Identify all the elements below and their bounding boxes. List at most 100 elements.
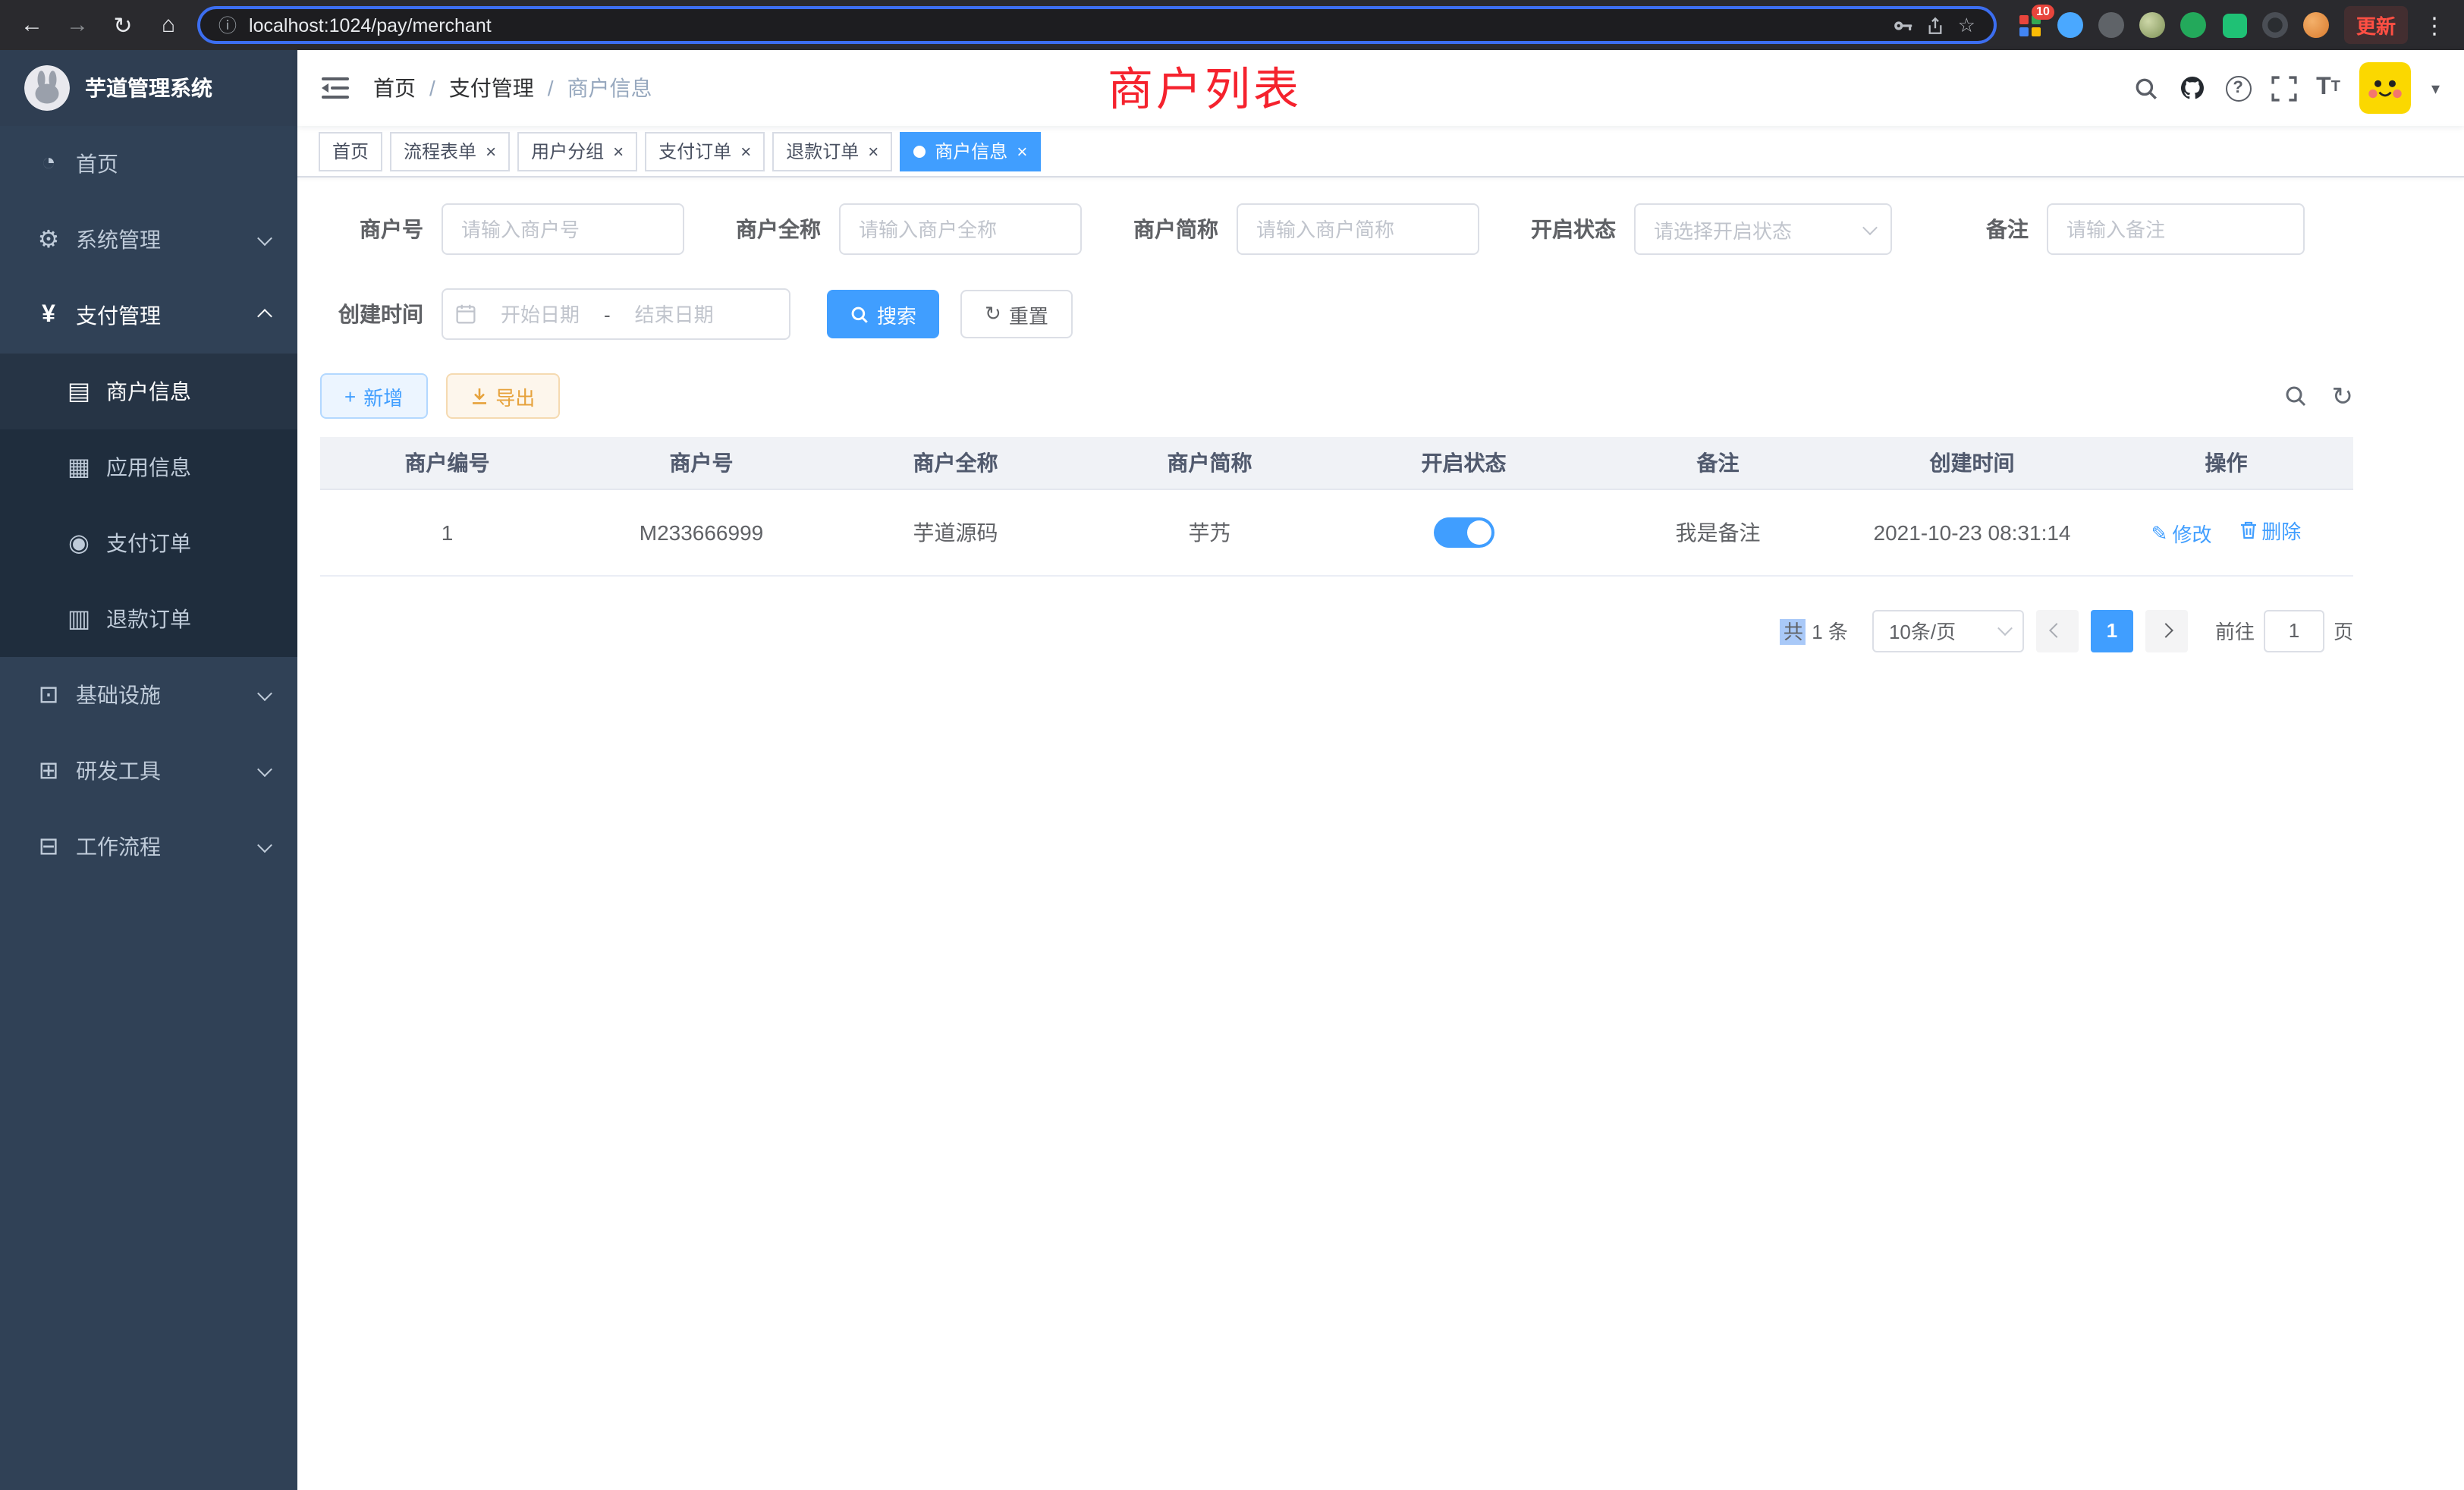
extension-icon[interactable] bbox=[2261, 10, 2291, 40]
search-icon[interactable] bbox=[2132, 75, 2158, 101]
sidebar-item-infra[interactable]: ⊡ 基础设施 bbox=[0, 657, 297, 733]
cell-remark: 我是备注 bbox=[1591, 489, 1845, 575]
user-avatar[interactable] bbox=[2360, 62, 2412, 114]
cell-merchant-no: M233666999 bbox=[574, 489, 828, 575]
breadcrumb-item[interactable]: 支付管理 bbox=[449, 73, 534, 103]
gear-icon: ⚙ bbox=[30, 225, 67, 255]
export-button[interactable]: 导出 bbox=[445, 373, 559, 419]
page-unit-label: 页 bbox=[2334, 616, 2353, 645]
fullscreen-icon[interactable] bbox=[2271, 75, 2296, 101]
sidebar-item-merchant-info[interactable]: ▤ 商户信息 bbox=[0, 354, 297, 429]
reset-button[interactable]: ↻ 重置 bbox=[960, 290, 1073, 338]
sidebar-item-refund-order[interactable]: ▥ 退款订单 bbox=[0, 581, 297, 657]
page-size-select[interactable]: 10条/页 bbox=[1872, 609, 2024, 652]
table-header-row: 商户编号 商户号 商户全称 商户简称 开启状态 备注 创建时间 操作 bbox=[320, 437, 2353, 489]
search-button[interactable]: 搜索 bbox=[827, 290, 939, 338]
add-button[interactable]: + 新增 bbox=[320, 373, 427, 419]
chevron-right-icon bbox=[2159, 623, 2174, 638]
merchant-no-input[interactable] bbox=[442, 203, 684, 255]
tab-merchant-info[interactable]: 商户信息 × bbox=[900, 131, 1041, 171]
start-date-input[interactable] bbox=[479, 301, 601, 327]
extension-icon[interactable] bbox=[2302, 10, 2332, 40]
breadcrumb-item[interactable]: 首页 bbox=[373, 73, 416, 103]
status-select[interactable]: 请选择开启状态 bbox=[1634, 203, 1892, 255]
cell-full-name: 芋道源码 bbox=[828, 489, 1083, 575]
prev-page-button[interactable] bbox=[2036, 609, 2079, 652]
close-icon[interactable]: × bbox=[740, 142, 751, 160]
sidebar-item-label: 工作流程 bbox=[76, 831, 161, 862]
page-number-button[interactable]: 1 bbox=[2091, 609, 2133, 652]
browser-menu-icon[interactable]: ⋮ bbox=[2420, 11, 2449, 39]
search-icon bbox=[850, 304, 869, 324]
sidebar-item-workflow[interactable]: ⊟ 工作流程 bbox=[0, 809, 297, 885]
merchant-short-name-input[interactable] bbox=[1237, 203, 1479, 255]
extension-icon[interactable] bbox=[2179, 10, 2209, 40]
merchant-full-name-input[interactable] bbox=[839, 203, 1082, 255]
status-toggle[interactable] bbox=[1434, 517, 1494, 547]
tab-process-form[interactable]: 流程表单 × bbox=[390, 131, 510, 171]
goto-page: 前往 页 bbox=[2215, 609, 2353, 652]
toggle-search-icon[interactable] bbox=[2283, 384, 2308, 408]
update-button[interactable]: 更新 bbox=[2344, 6, 2408, 44]
close-icon[interactable]: × bbox=[868, 142, 878, 160]
back-icon[interactable]: ← bbox=[15, 8, 49, 42]
extension-icon[interactable] bbox=[2138, 10, 2168, 40]
goto-page-input[interactable] bbox=[2264, 609, 2324, 652]
site-info-icon[interactable]: ⓘ bbox=[218, 12, 237, 38]
sidebar-item-dev-tools[interactable]: ⊞ 研发工具 bbox=[0, 733, 297, 809]
end-date-input[interactable] bbox=[614, 301, 735, 327]
download-icon bbox=[470, 387, 488, 405]
forward-icon[interactable]: → bbox=[61, 8, 94, 42]
merchant-full-name-label: 商户全称 bbox=[718, 214, 821, 244]
cell-short-name: 芋艿 bbox=[1083, 489, 1337, 575]
chevron-up-icon bbox=[259, 310, 270, 321]
extension-icon[interactable] bbox=[2220, 10, 2250, 40]
table-row: 1 M233666999 芋道源码 芋艿 我是备注 2021-10-23 08:… bbox=[320, 489, 2353, 575]
delete-link[interactable]: 删除 bbox=[2239, 516, 2301, 545]
font-size-icon[interactable]: TT bbox=[2316, 76, 2340, 100]
sidebar-item-home[interactable]: ◔ 首页 bbox=[0, 126, 297, 202]
close-icon[interactable]: × bbox=[1017, 142, 1027, 160]
bookmark-star-icon[interactable]: ☆ bbox=[1958, 13, 1975, 37]
close-icon[interactable]: × bbox=[613, 142, 624, 160]
password-key-icon[interactable] bbox=[1893, 14, 1914, 36]
github-icon[interactable] bbox=[2178, 74, 2205, 102]
extension-icon[interactable]: 10 bbox=[2015, 10, 2045, 40]
column-header: 创建时间 bbox=[1845, 437, 2099, 489]
page-size-value: 10条/页 bbox=[1889, 616, 2000, 645]
home-icon[interactable]: ⌂ bbox=[152, 8, 185, 42]
selected-text: 共 bbox=[1780, 619, 1806, 645]
url-bar[interactable]: ⓘ localhost:1024/pay/merchant ☆ bbox=[197, 6, 1997, 44]
calendar-icon bbox=[455, 303, 476, 325]
share-icon[interactable] bbox=[1926, 14, 1946, 36]
next-page-button[interactable] bbox=[2145, 609, 2188, 652]
extension-icon[interactable] bbox=[2056, 10, 2086, 40]
close-icon[interactable]: × bbox=[486, 142, 496, 160]
sidebar: 芋道管理系统 ◔ 首页 ⚙ 系统管理 ¥ 支付管理 ▤ 商户信息 bbox=[0, 50, 297, 1490]
remark-input[interactable] bbox=[2047, 203, 2305, 255]
page-title-annotation: 商户列表 bbox=[1108, 52, 1302, 118]
add-button-label: 新增 bbox=[363, 382, 403, 410]
sidebar-item-pay-order[interactable]: ◉ 支付订单 bbox=[0, 505, 297, 581]
tab-pay-order[interactable]: 支付订单 × bbox=[645, 131, 765, 171]
sidebar-fold-icon[interactable] bbox=[322, 76, 349, 100]
sidebar-item-payment[interactable]: ¥ 支付管理 bbox=[0, 278, 297, 354]
column-header: 操作 bbox=[2099, 437, 2353, 489]
caret-down-icon[interactable]: ▾ bbox=[2431, 78, 2440, 98]
tab-user-group[interactable]: 用户分组 × bbox=[517, 131, 637, 171]
logo-avatar bbox=[24, 65, 70, 111]
extension-icon[interactable] bbox=[2097, 10, 2127, 40]
tab-home[interactable]: 首页 bbox=[319, 131, 382, 171]
app-logo[interactable]: 芋道管理系统 bbox=[0, 50, 297, 126]
extensions-area: 10 bbox=[2015, 10, 2332, 40]
toolbox-icon: ⊞ bbox=[30, 756, 67, 786]
sidebar-item-app-info[interactable]: ▦ 应用信息 bbox=[0, 429, 297, 505]
create-time-range[interactable]: - bbox=[442, 288, 790, 340]
refresh-list-icon[interactable]: ↻ bbox=[2332, 383, 2354, 409]
total-count-text: 共 1 条 bbox=[1780, 616, 1848, 645]
help-icon[interactable]: ? bbox=[2225, 75, 2251, 101]
edit-link[interactable]: ✎ 修改 bbox=[2151, 520, 2212, 549]
tab-refund-order[interactable]: 退款订单 × bbox=[772, 131, 892, 171]
reload-icon[interactable]: ↻ bbox=[106, 8, 140, 42]
sidebar-item-system[interactable]: ⚙ 系统管理 bbox=[0, 202, 297, 278]
